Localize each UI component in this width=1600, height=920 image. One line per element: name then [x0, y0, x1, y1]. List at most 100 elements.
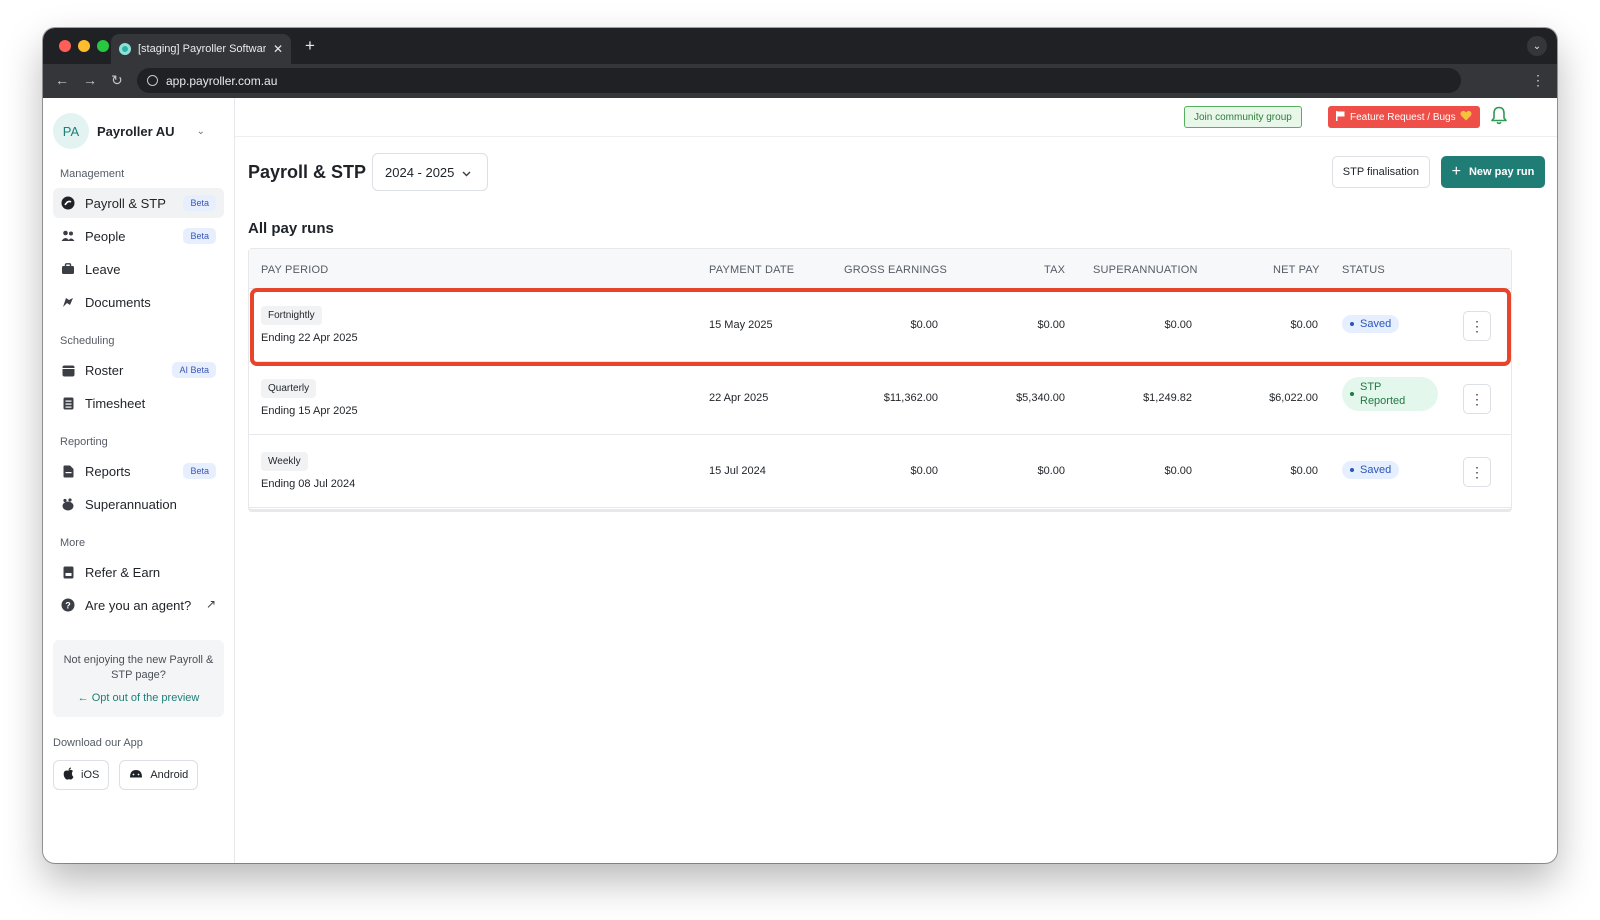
row-menu-button[interactable]: ⋮ [1463, 311, 1491, 341]
feature-request-button[interactable]: Feature Request / Bugs [1328, 106, 1480, 128]
ios-label: iOS [81, 769, 100, 781]
favicon-icon [119, 43, 131, 55]
people-icon [61, 229, 75, 243]
status-label: STP Reported [1360, 380, 1405, 408]
tab-close-icon[interactable]: ✕ [273, 42, 283, 56]
app-store-buttons: iOS Android [53, 760, 224, 790]
join-community-button[interactable]: Join community group [1184, 106, 1302, 128]
help-icon: ? [61, 598, 75, 612]
superannuation: $1,249.82 [1143, 392, 1192, 404]
status-badge: STP Reported [1342, 377, 1438, 411]
sidebar-item-label: Leave [85, 261, 121, 277]
sidebar-item-label: Reports [85, 463, 131, 479]
column-pay-period: PAY PERIOD [261, 264, 329, 276]
android-icon [129, 769, 143, 781]
chevron-down-icon: ⌄ [196, 125, 205, 137]
table-row[interactable]: Weekly Ending 08 Jul 2024 15 Jul 2024 $0… [249, 435, 1511, 508]
sidebar-item-leave[interactable]: Leave [53, 254, 224, 284]
financial-year-select[interactable]: 2024 - 2025 [372, 153, 488, 191]
gross-earnings: $0.00 [910, 465, 938, 477]
status-label: Saved [1360, 464, 1392, 476]
timesheet-icon [61, 396, 75, 410]
site-info-icon[interactable] [147, 75, 158, 86]
refer-icon [61, 565, 75, 579]
maximize-window-button[interactable] [97, 40, 109, 52]
top-bar: Join community group Feature Request / B… [235, 98, 1557, 137]
row-menu-button[interactable]: ⋮ [1463, 384, 1491, 414]
page-header: Payroll & STP 2024 - 2025 STP finalisati… [248, 153, 1545, 193]
period-end: Ending 08 Jul 2024 [261, 478, 356, 490]
back-button[interactable]: ← [55, 72, 69, 88]
section-label-scheduling: Scheduling [60, 335, 115, 347]
payment-date: 15 May 2025 [709, 319, 773, 331]
section-label-more: More [60, 537, 86, 549]
status-dot [1350, 392, 1354, 396]
gross-earnings: $11,362.00 [883, 392, 938, 404]
table-row[interactable]: Quarterly Ending 15 Apr 2025 22 Apr 2025… [249, 362, 1511, 435]
sidebar-item-label: Refer & Earn [85, 564, 161, 580]
sidebar-item-label: Roster [85, 362, 124, 378]
row-menu-button[interactable]: ⋮ [1463, 457, 1491, 487]
external-link-icon: ↗ [205, 597, 216, 611]
column-net-pay: NET PAY [1273, 264, 1320, 276]
org-switcher[interactable]: PA Payroller AU ⌄ [53, 112, 224, 150]
optout-link[interactable]: ← Opt out of the preview [63, 692, 214, 704]
close-window-button[interactable] [59, 40, 71, 52]
sidebar: PA Payroller AU ⌄ Management Payroll & S… [43, 98, 235, 863]
browser-toolbar: ← → ↻ app.payroller.com.au ⋮ [43, 64, 1557, 98]
year-select-value: 2024 - 2025 [385, 164, 455, 180]
forward-button[interactable]: → [83, 72, 97, 88]
reload-button[interactable]: ↻ [111, 72, 123, 89]
tab-title: [staging] Payroller Software [138, 43, 266, 55]
sidebar-item-label: Documents [85, 294, 151, 310]
sidebar-item-people[interactable]: People Beta [53, 221, 224, 251]
sidebar-item-label: People [85, 228, 126, 244]
browser-menu-button[interactable]: ⋮ [1531, 72, 1545, 89]
main-content: Join community group Feature Request / B… [235, 98, 1557, 863]
android-label: Android [150, 769, 189, 781]
minimize-window-button[interactable] [78, 40, 90, 52]
sidebar-item-label: Are you an agent? [85, 597, 192, 613]
sidebar-item-roster[interactable]: Roster AI Beta [53, 355, 224, 385]
feature-request-label: Feature Request / Bugs [1350, 111, 1456, 123]
android-button[interactable]: Android [119, 760, 199, 790]
optout-text: Not enjoying the new Payroll & STP page? [63, 654, 214, 681]
url-text: app.payroller.com.au [166, 73, 278, 88]
net-pay: $6,022.00 [1269, 392, 1318, 404]
sidebar-item-refer[interactable]: Refer & Earn [53, 557, 224, 587]
sidebar-item-label: Timesheet [85, 395, 146, 411]
sidebar-item-superannuation[interactable]: Superannuation [53, 489, 224, 519]
new-tab-button[interactable]: + [305, 36, 315, 56]
period-end: Ending 15 Apr 2025 [261, 405, 358, 417]
ios-button[interactable]: iOS [53, 760, 110, 790]
sidebar-item-documents[interactable]: Documents [53, 287, 224, 317]
browser-tab[interactable]: [staging] Payroller Software ✕ [111, 34, 291, 64]
address-bar[interactable]: app.payroller.com.au [137, 68, 1461, 93]
flag-icon [1336, 110, 1346, 124]
status-badge: Saved [1342, 315, 1400, 333]
new-pay-run-button[interactable]: + New pay run [1441, 156, 1545, 188]
roster-icon [61, 363, 75, 377]
sidebar-item-label: Payroll & STP [85, 195, 166, 211]
documents-icon [61, 295, 75, 309]
status-dot [1350, 322, 1354, 326]
table-row[interactable]: Fortnightly Ending 22 Apr 2025 15 May 20… [249, 289, 1511, 362]
leave-icon [61, 262, 75, 276]
frequency-tag: Weekly [261, 452, 308, 471]
gross-earnings: $0.00 [910, 319, 938, 331]
sidebar-item-agent[interactable]: ? Are you an agent? ↗ [53, 590, 224, 620]
notifications-bell-icon[interactable] [1491, 106, 1509, 126]
sidebar-item-reports[interactable]: Reports Beta [53, 456, 224, 486]
status-dot [1350, 468, 1354, 472]
sidebar-item-timesheet[interactable]: Timesheet [53, 388, 224, 418]
sidebar-item-payroll[interactable]: Payroll & STP Beta [53, 188, 224, 218]
tab-search-button[interactable]: ⌄ [1527, 36, 1547, 56]
period-end: Ending 22 Apr 2025 [261, 332, 358, 344]
stp-finalisation-button[interactable]: STP finalisation [1331, 156, 1430, 188]
net-pay: $0.00 [1290, 465, 1318, 477]
browser-window: [staging] Payroller Software ✕ + ⌄ ← → ↻… [43, 28, 1557, 863]
column-superannuation: SUPERANNUATION [1093, 264, 1198, 276]
column-status: STATUS [1342, 264, 1385, 276]
apple-icon [63, 767, 74, 783]
download-label: Download our App [53, 737, 143, 749]
